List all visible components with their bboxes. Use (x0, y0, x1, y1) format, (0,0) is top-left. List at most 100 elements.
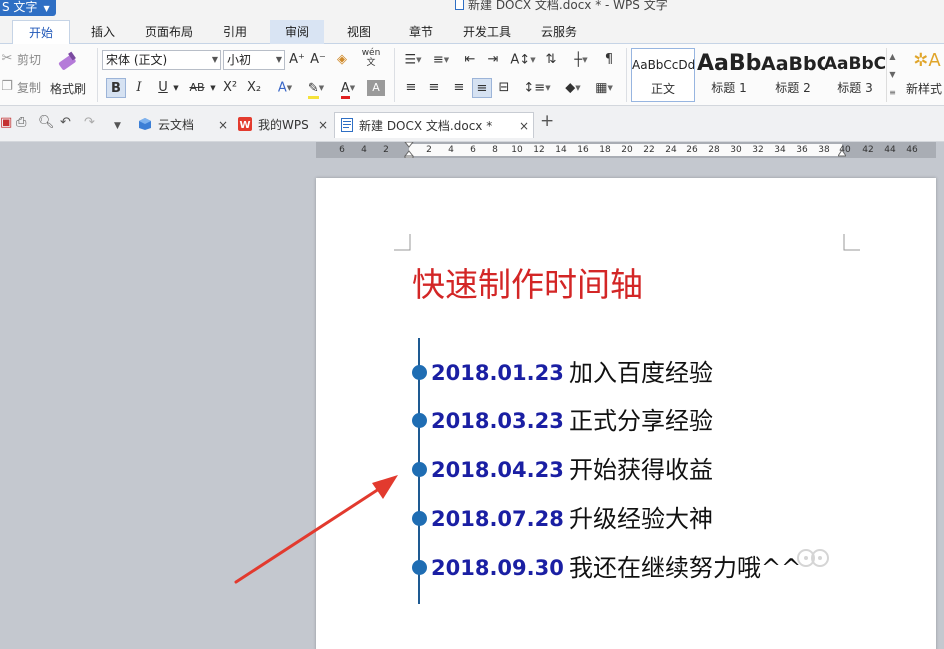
tab-chapter[interactable]: 章节 (396, 20, 446, 44)
align-center-icon[interactable]: ≡ (425, 78, 443, 98)
more-styles-icon[interactable]: ≡ (887, 84, 898, 102)
style-normal-label: 正文 (650, 82, 675, 96)
copy-icon[interactable]: ❐ (0, 78, 14, 96)
style-heading-1-label: 标题 1 (711, 81, 747, 95)
tab-references[interactable]: 引用 (210, 20, 260, 44)
quick-access-dropdown-icon[interactable]: ▼ (114, 118, 121, 134)
print-icon[interactable]: ⎙ (16, 115, 26, 131)
doc-tab-cloud[interactable]: 云文档 × (132, 112, 232, 138)
font-name-select[interactable]: 宋体 (正文) ▼ (102, 50, 221, 70)
phonetic-guide-button[interactable]: wén 文 (357, 48, 385, 68)
chevron-down-icon[interactable]: ▼ (171, 78, 181, 98)
ruler-number: 44 (884, 145, 896, 155)
font-name-value: 宋体 (正文) (106, 53, 168, 67)
align-left-icon[interactable]: ≡ (402, 78, 420, 98)
ruler-number: 38 (818, 145, 830, 155)
new-tab-plus-icon[interactable]: + (540, 113, 554, 130)
new-style-button[interactable]: 新样式 (906, 80, 942, 97)
character-shading-icon[interactable]: A (367, 80, 385, 96)
shrink-font-button[interactable]: A⁻ (309, 50, 327, 70)
underline-button[interactable]: U (155, 78, 171, 98)
window-title-text: 新建 DOCX 文档.docx * - WPS 文字 (468, 0, 668, 12)
app-menu-button[interactable]: S 文字 ▼ (0, 0, 56, 16)
table-insert-icon[interactable]: ┼▼ (568, 50, 594, 70)
strikethrough-button[interactable]: AB (185, 78, 209, 98)
highlight-icon[interactable]: ✎▼ (302, 78, 330, 99)
new-style-icon[interactable]: ✲A (912, 52, 942, 70)
ruler-number: 22 (643, 145, 655, 155)
close-icon[interactable]: × (318, 112, 328, 138)
increase-indent-icon[interactable]: ⇥ (484, 50, 502, 70)
sort-icon[interactable]: ⇅ (542, 50, 560, 70)
justify-icon[interactable]: ≡ (472, 78, 492, 98)
clear-format-icon[interactable]: ◈ (333, 50, 351, 70)
chevron-down-icon[interactable]: ▼ (887, 66, 898, 84)
window-title: 新建 DOCX 文档.docx * - WPS 文字 (455, 0, 668, 12)
ruler-number: 12 (533, 145, 545, 155)
tab-insert[interactable]: 插入 (78, 20, 128, 44)
copy-button[interactable]: 复制 (17, 79, 41, 96)
bullet-list-icon[interactable]: ☰▼ (400, 50, 426, 70)
timeline-date: 2018.03.23 (431, 409, 564, 433)
ruler-number: 28 (708, 145, 720, 155)
tab-view[interactable]: 视图 (334, 20, 384, 44)
style-heading-3-label: 标题 3 (837, 81, 873, 95)
format-painter-button[interactable]: 格式刷 (50, 80, 86, 97)
style-gallery-scroll[interactable]: ▲ ▼ ≡ (886, 48, 898, 102)
format-painter-icon[interactable] (56, 50, 80, 72)
decrease-indent-icon[interactable]: ⇤ (461, 50, 479, 70)
style-heading-2[interactable]: AaBbC 标题 2 (761, 48, 825, 102)
scissors-icon[interactable]: ✂ (0, 50, 14, 68)
chevron-up-icon[interactable]: ▲ (887, 48, 898, 66)
close-icon[interactable]: × (519, 113, 529, 139)
doc-tab-current[interactable]: 新建 DOCX 文档.docx * × (334, 112, 534, 138)
font-size-select[interactable]: 小初 ▼ (223, 50, 285, 70)
distributed-align-icon[interactable]: ⊟ (495, 78, 513, 98)
separator (97, 48, 98, 102)
style-normal[interactable]: AaBbCcDd 正文 (631, 48, 695, 102)
print-preview-icon[interactable]: 🔍︎ (38, 115, 55, 131)
numbered-list-icon[interactable]: ≡▼ (428, 50, 454, 70)
align-right-icon[interactable]: ≡ (450, 78, 468, 98)
tab-developer[interactable]: 开发工具 (456, 20, 518, 44)
line-spacing-icon[interactable]: ↕≡▼ (522, 78, 552, 98)
ruler-number: 30 (730, 145, 742, 155)
text-effect-icon[interactable]: A▼ (272, 78, 298, 98)
style-heading-3[interactable]: AaBbC 标题 3 (823, 48, 887, 102)
right-indent-marker-icon[interactable] (837, 144, 847, 158)
tab-page-layout[interactable]: 页面布局 (138, 20, 200, 44)
doc-tab-cloud-label: 云文档 (158, 118, 195, 132)
timeline-date: 2018.09.30 (431, 556, 564, 580)
doc-tab-mywps[interactable]: W 我的WPS × (232, 112, 332, 138)
tab-cloud-service[interactable]: 云服务 (528, 20, 590, 44)
style-heading-1[interactable]: AaBb 标题 1 (697, 48, 761, 102)
chevron-down-icon[interactable]: ▼ (208, 78, 218, 98)
italic-button[interactable]: I (131, 78, 147, 98)
timeline-dot-icon (412, 413, 427, 428)
tab-review[interactable]: 审阅 (270, 20, 324, 44)
indent-marker-icon[interactable] (403, 141, 415, 159)
subscript-button[interactable]: X₂ (244, 78, 264, 98)
pdf-export-icon[interactable]: ▣ (0, 115, 12, 131)
paragraph-shading-icon[interactable]: ◆▼ (560, 78, 586, 98)
document-page[interactable]: 快速制作时间轴 2018.01.23 加入百度经验 2018.03.23 正式分享经验… (316, 178, 936, 649)
undo-icon[interactable]: ↶ (60, 115, 71, 131)
timeline-date: 2018.07.28 (431, 507, 564, 531)
ruler-number: 4 (361, 145, 367, 155)
bold-button[interactable]: B (106, 78, 126, 98)
timeline-date: 2018.01.23 (431, 361, 564, 385)
grow-font-button[interactable]: A⁺ (288, 50, 306, 70)
redo-icon[interactable]: ↷ (84, 115, 95, 131)
paragraph-mark-icon[interactable]: ¶ (600, 50, 618, 70)
font-color-icon[interactable]: A▼ (334, 78, 362, 99)
superscript-button[interactable]: X² (220, 78, 240, 98)
doc-tab-current-label: 新建 DOCX 文档.docx * (359, 119, 493, 133)
document-heading[interactable]: 快速制作时间轴 (412, 258, 643, 306)
border-icon[interactable]: ▦▼ (591, 78, 617, 98)
style-heading-2-sample: AaBbC (761, 53, 825, 75)
tab-home[interactable]: 开始 (12, 20, 70, 44)
close-icon[interactable]: × (218, 112, 228, 138)
cut-button[interactable]: 剪切 (17, 51, 41, 68)
character-spacing-icon[interactable]: A↕▼ (509, 50, 537, 70)
horizontal-ruler[interactable]: 6 4 2 2 4 6 8 10 12 14 16 18 20 22 24 26 28 30 32 34 36 38 40 4… (316, 141, 936, 159)
